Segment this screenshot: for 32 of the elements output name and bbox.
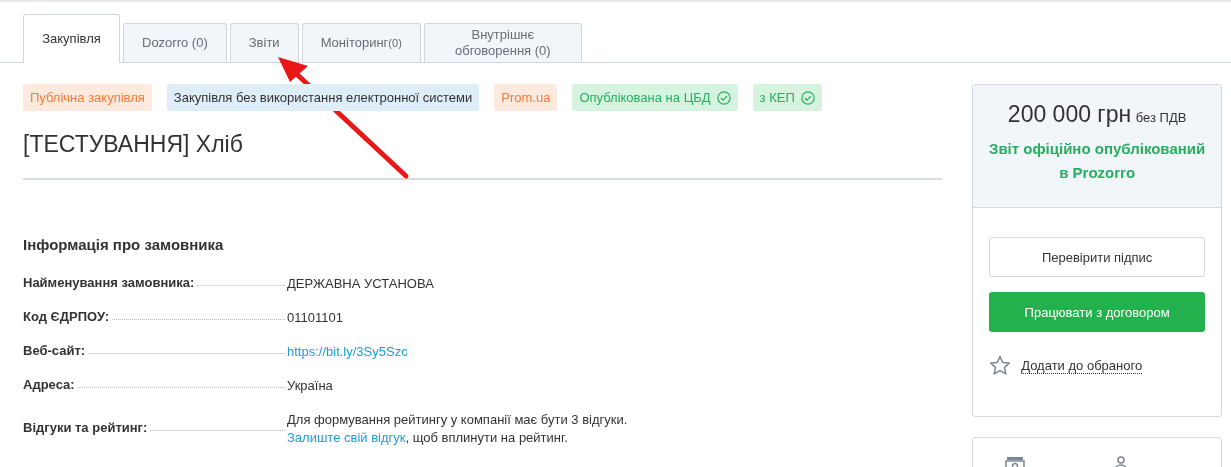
page-title: [ТЕСТУВАННЯ] Хліб <box>23 131 244 158</box>
tag: з КЕП <box>752 84 822 111</box>
field-value: 01101101 <box>287 309 343 327</box>
verify-button[interactable]: Перевірити підпис <box>989 237 1205 277</box>
field-label: Веб-сайт: <box>23 343 86 358</box>
tag: Закупівля без використання електронної системи <box>166 84 480 111</box>
star-icon[interactable] <box>989 355 1012 376</box>
favorite-link[interactable]: Додати до обраного <box>1021 357 1143 374</box>
field-value: ДЕРЖАВНА УСТАНОВА <box>287 275 434 293</box>
field-label: Найменування замовника: <box>23 275 195 290</box>
field-label: Адреса: <box>23 377 75 392</box>
field-value: Для формування рейтингу у компанії має бути 3 відгуки. <box>287 412 628 427</box>
tab[interactable]: Закупівля <box>23 14 120 63</box>
amount: 200 000 грн <box>1007 101 1132 127</box>
tab[interactable]: Внутрішнє обговорення (0) <box>423 23 582 62</box>
tag: Публічна закупівля <box>23 84 152 111</box>
tab[interactable]: Dozorro (0) <box>123 23 227 62</box>
tag: Опублікована на ЦБД <box>572 84 738 111</box>
vat-note: без ПДВ <box>1135 110 1187 125</box>
tab[interactable]: Звіти <box>229 23 299 62</box>
review-link[interactable]: Залиште свій відгук <box>287 430 406 445</box>
section-heading: Інформація про замовника <box>23 236 225 253</box>
field-value: Україна <box>287 377 333 395</box>
contract-button[interactable]: Працювати з договором <box>989 292 1205 332</box>
field-value: , щоб вплинути на рейтинг. <box>405 430 568 445</box>
tag: Prom.ua <box>494 84 558 111</box>
field-label: Код ЄДРПОУ: <box>23 309 109 324</box>
website-link[interactable]: https://bit.ly/3Sy5Szc <box>287 343 408 377</box>
tab[interactable]: Моніторинг(0) <box>301 23 421 62</box>
status-text: Звіт офіційно опублікований в Prozorro <box>988 139 1207 183</box>
money-icon <box>1005 456 1026 467</box>
field-label: Відгуки та рейтинг: <box>23 420 148 435</box>
